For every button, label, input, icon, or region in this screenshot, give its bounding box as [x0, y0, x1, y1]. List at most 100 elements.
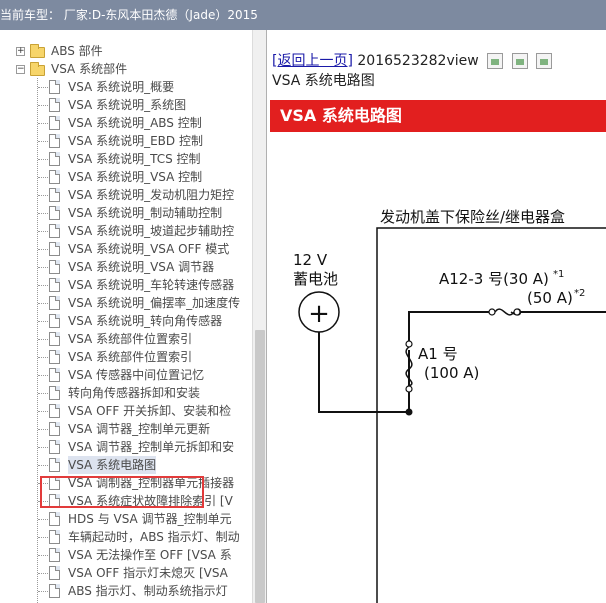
content-pane: [返回上一页] 2016523282view VSA 系统电路图 VSA 系统电…	[266, 30, 606, 603]
tree-connector	[38, 105, 48, 106]
tree-item[interactable]: VSA 系统部件位置索引	[68, 348, 192, 366]
tree-item[interactable]: VSA 系统说明_VSA 控制	[68, 168, 202, 186]
document-icon	[49, 458, 60, 472]
tree-item[interactable]: VSA 系统说明_TCS 控制	[68, 150, 201, 168]
tree-connector	[38, 519, 48, 520]
document-icon	[49, 278, 60, 292]
section-banner: VSA 系统电路图	[270, 100, 606, 132]
tree-connector	[38, 303, 48, 304]
tree-pane[interactable]: + ABS 部件 − VSA 系统部件 VSA 系统说明_概要 VSA 系统说明_…	[0, 30, 266, 603]
fuse-a12-note1: *1	[553, 269, 564, 280]
document-icon	[49, 206, 60, 220]
tree-connector	[38, 357, 48, 358]
collapse-icon[interactable]: −	[16, 65, 25, 74]
tree-connector	[38, 537, 48, 538]
tree-folder-abs[interactable]: ABS 部件	[51, 42, 103, 60]
tree-item[interactable]: VSA OFF 指示灯未熄灭 [VSA	[68, 564, 228, 582]
tree-item[interactable]: VSA 调节器_控制单元拆卸和安	[68, 438, 234, 456]
tree-item[interactable]: VSA 传感器中间位置记忆	[68, 366, 204, 384]
document-icon	[49, 98, 60, 112]
tree-item[interactable]: VSA 系统说明_VSA OFF 模式	[68, 240, 229, 258]
tree-item[interactable]: VSA 系统说明_制动辅助控制	[68, 204, 222, 222]
document-icon	[49, 566, 60, 580]
document-icon	[49, 188, 60, 202]
broken-image-icon[interactable]	[511, 53, 528, 69]
fuse-a12-terminal-right	[513, 308, 521, 316]
junction-dot	[405, 408, 413, 416]
document-icon	[49, 296, 60, 310]
broken-image-icon[interactable]	[487, 53, 504, 69]
tree-connector	[38, 429, 48, 430]
circuit-diagram: 发动机盖下保险丝/继电器盒 12 V 蓄电池 + A1 号 (100 A) A1…	[293, 208, 606, 603]
tree-item[interactable]: VSA 系统说明_转向角传感器	[68, 312, 222, 330]
tree-item[interactable]: ABS 指示灯、制动系统指示灯	[68, 582, 228, 600]
tree-item[interactable]: VSA 系统说明_ABS 控制	[68, 114, 202, 132]
tree-item[interactable]: VSA 系统说明_系统图	[68, 96, 186, 114]
fuse-a12-alt-rating: (50 A)	[527, 289, 573, 307]
document-icon	[49, 584, 60, 598]
tree-item[interactable]: 车辆起动时，ABS 指示灯、制动	[68, 528, 240, 546]
tree-item[interactable]: 转向角传感器拆卸和安装	[68, 384, 200, 402]
tree-connector	[38, 231, 48, 232]
fuse-a12-note2: *2	[574, 288, 585, 299]
tree-connector	[38, 267, 48, 268]
document-icon	[49, 314, 60, 328]
document-icon	[49, 368, 60, 382]
fuse-a1-rating: (100 A)	[424, 364, 479, 382]
expand-icon[interactable]: +	[16, 47, 25, 56]
folder-open-icon	[30, 62, 45, 76]
fusebox-label: 发动机盖下保险丝/继电器盒	[380, 208, 565, 226]
document-icon	[49, 386, 60, 400]
document-icon	[49, 530, 60, 544]
document-icon	[49, 260, 60, 274]
window-title: 当前车型： 厂家:D-东风本田杰德（Jade）2015	[0, 0, 606, 30]
tree-item[interactable]: VSA 系统说明_概要	[68, 78, 174, 96]
tree-item[interactable]: VSA 系统说明_偏摆率_加速度传	[68, 294, 240, 312]
tree-connector	[38, 285, 48, 286]
tree-scrollbar[interactable]	[252, 30, 266, 603]
tree-item[interactable]: VSA 系统说明_坡道起步辅助控	[68, 222, 234, 240]
document-icon	[49, 116, 60, 130]
tree-connector	[38, 339, 48, 340]
document-icon	[49, 80, 60, 94]
tree-connector	[38, 141, 48, 142]
tree-item[interactable]: VSA 系统说明_发动机阻力矩控	[68, 186, 234, 204]
tree-item[interactable]: VSA 系统电路图	[68, 456, 157, 474]
tree-item[interactable]: VSA 系统部件位置索引	[68, 330, 192, 348]
tree-item[interactable]: HDS 与 VSA 调节器_控制单元	[68, 510, 232, 528]
document-icon	[49, 422, 60, 436]
battery-label: 蓄电池	[293, 270, 338, 288]
tree-item[interactable]: VSA OFF 开关拆卸、安装和检	[68, 402, 231, 420]
tree-connector	[38, 123, 48, 124]
document-icon	[49, 440, 60, 454]
document-icon	[49, 170, 60, 184]
fuse-a1-terminal-bottom	[405, 385, 413, 393]
document-icon	[49, 332, 60, 346]
tree-item[interactable]: VSA 系统说明_VSA 调节器	[68, 258, 214, 276]
tree-connector	[38, 411, 48, 412]
document-icon	[49, 548, 60, 562]
view-id: 2016523282view	[357, 53, 479, 69]
tree-folder-vsa[interactable]: VSA 系统部件	[51, 60, 127, 78]
tree-item[interactable]: VSA 无法操作至 OFF [VSA 系	[68, 546, 232, 564]
tree-item[interactable]: VSA 系统说明_EBD 控制	[68, 132, 203, 150]
back-link[interactable]: [返回上一页]	[272, 53, 353, 69]
tree-connector	[38, 195, 48, 196]
tree-item[interactable]: VSA 系统说明_车轮转速传感器	[68, 276, 234, 294]
tree-connector	[38, 573, 48, 574]
nav-line: [返回上一页] 2016523282view	[272, 50, 553, 70]
tree-connector	[38, 465, 48, 466]
battery-plus-symbol: +	[308, 299, 330, 329]
scrollbar-thumb[interactable]	[255, 330, 265, 603]
tree-connector	[38, 393, 48, 394]
tree-item[interactable]: VSA 调节器_控制单元更新	[68, 420, 210, 438]
fuse-wire	[408, 311, 489, 341]
fuse-a12-label: A12-3 号(30 A)	[439, 270, 549, 288]
fuse-a12-terminal-left	[488, 308, 496, 316]
document-icon	[49, 134, 60, 148]
tree-connector	[38, 447, 48, 448]
tree-connector	[38, 591, 48, 592]
document-icon	[49, 242, 60, 256]
document-icon	[49, 152, 60, 166]
broken-image-icon[interactable]	[536, 53, 553, 69]
